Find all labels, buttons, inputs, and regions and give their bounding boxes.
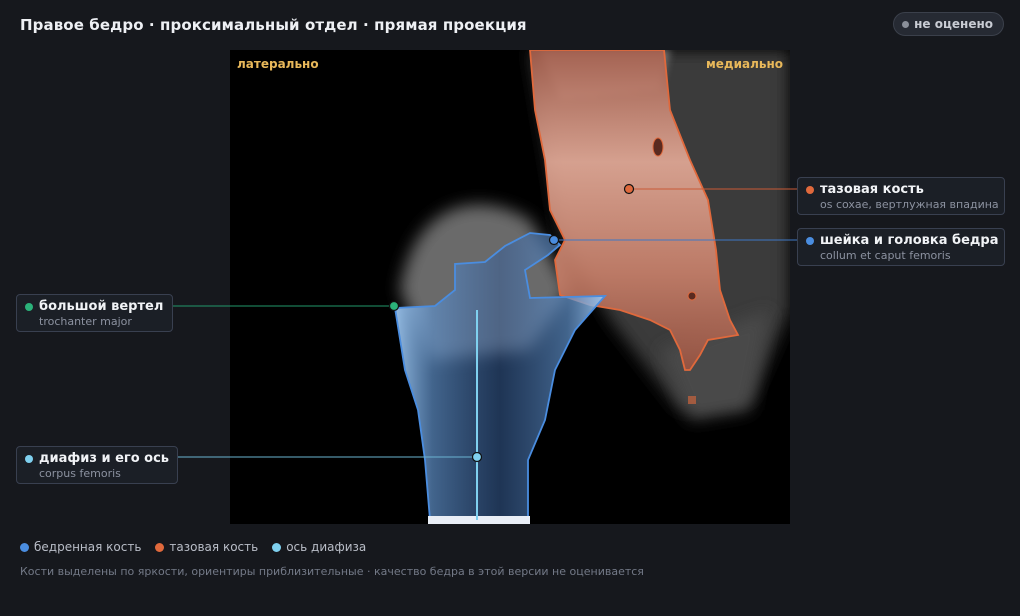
status-badge: не оценено	[893, 12, 1004, 36]
legend-item-femur: бедренная кость	[20, 540, 141, 554]
orientation-lateral-label: латерально	[237, 57, 319, 71]
legend-item-pelvis: тазовая кость	[155, 540, 258, 554]
legend: бедренная кость тазовая кость ось диафиз…	[20, 540, 366, 554]
status-label: не оценено	[914, 17, 993, 31]
callout-shaft-name: диафиз и его ось	[39, 451, 170, 466]
footnote: Кости выделены по яркости, ориентиры при…	[20, 565, 644, 578]
status-dot-icon	[902, 20, 910, 28]
callout-pelvis-name: тазовая кость	[820, 182, 924, 197]
callout-trochanter-latin: trochanter major	[39, 315, 132, 328]
callout-greater-trochanter[interactable]: большой вертел trochanter major	[16, 294, 173, 332]
callout-shaft-latin: corpus femoris	[39, 467, 121, 480]
femur-legend-dot-icon	[20, 542, 29, 552]
axis-legend-dot-icon	[272, 542, 282, 552]
callout-pelvis-latin: os coxae, вертлужная впадина	[820, 198, 999, 211]
legend-item-shaft-axis: ось диафиза	[272, 540, 366, 554]
legend-label: ось диафиза	[286, 540, 367, 554]
callout-neck-latin: collum et caput femoris	[820, 249, 951, 262]
callout-pelvis[interactable]: тазовая кость os coxae, вертлужная впади…	[797, 177, 1005, 215]
neck-dot-icon	[806, 237, 814, 245]
shaft-dot-icon	[25, 455, 33, 463]
callout-trochanter-name: большой вертел	[39, 299, 164, 314]
trochanter-dot-icon	[25, 303, 33, 311]
pelvis-legend-dot-icon	[155, 542, 165, 552]
page-title: Правое бедро · проксимальный отдел · пря…	[20, 16, 527, 34]
callout-femoral-neck[interactable]: шейка и головка бедра collum et caput fe…	[797, 228, 1005, 266]
legend-label: тазовая кость	[169, 540, 259, 554]
callout-neck-name: шейка и головка бедра	[820, 233, 999, 248]
xray-image	[393, 50, 790, 524]
pelvis-dot-icon	[806, 186, 814, 194]
callout-shaft[interactable]: диафиз и его ось corpus femoris	[16, 446, 178, 484]
legend-label: бедренная кость	[34, 540, 142, 554]
xray-viewer[interactable]: латерально медиально	[230, 50, 790, 524]
orientation-medial-label: медиально	[705, 57, 783, 71]
